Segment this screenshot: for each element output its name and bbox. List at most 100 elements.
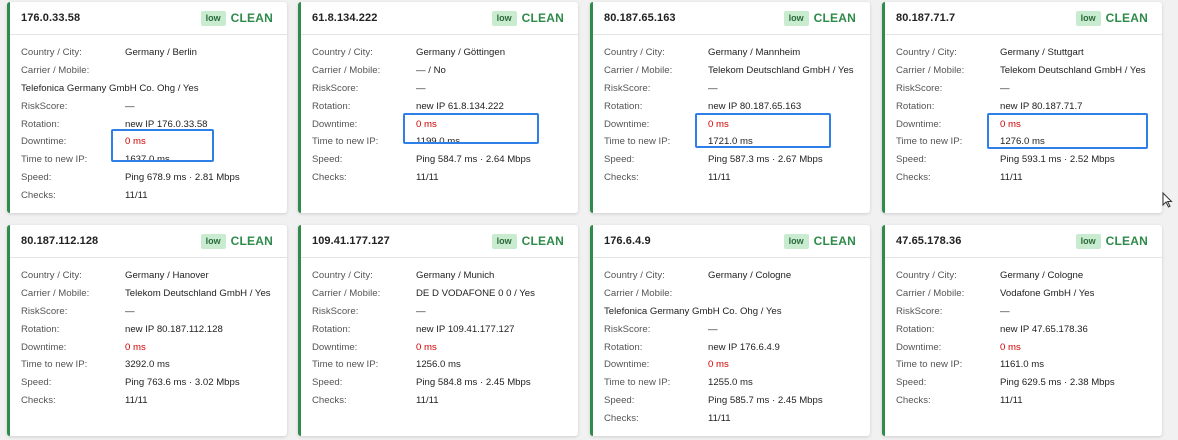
- card-details: Country / City: Germany / Stuttgart Carrie…: [885, 35, 1162, 186]
- detail-value-speed: Ping 678.9 ms · 2.81 Mbps: [125, 171, 240, 183]
- detail-value-time_new_ip: 1276.0 ms: [1000, 136, 1045, 148]
- card-ip-address: 80.187.112.128: [21, 235, 99, 247]
- detail-row-carrier: Carrier / Mobile: Telekom Deutschland Gmb…: [604, 62, 859, 80]
- detail-value-country: Germany / Munich: [416, 270, 495, 282]
- detail-label: Rotation:: [896, 323, 935, 335]
- detail-label: Rotation:: [604, 100, 643, 112]
- detail-row-speed: Speed: Ping 593.1 ms · 2.52 Mbps: [896, 151, 1151, 169]
- detail-row-checks: Checks: 11/11: [21, 392, 276, 410]
- card-header: 176.6.4.9 low CLEAN: [593, 225, 870, 258]
- detail-label: Downtime:: [896, 118, 942, 130]
- detail-value-carrier: — / No: [416, 65, 446, 77]
- card-details: Country / City: Germany / Munich Carrier /…: [301, 258, 578, 409]
- card-header: 109.41.177.127 low CLEAN: [301, 225, 578, 258]
- detail-value-checks: 11/11: [708, 412, 731, 424]
- detail-value-speed: Ping 629.5 ms · 2.38 Mbps: [1000, 377, 1115, 389]
- detail-value-risk: —: [416, 82, 426, 94]
- detail-value-checks: 11/11: [125, 394, 148, 406]
- detail-label: Speed:: [312, 154, 343, 166]
- card-header: 176.0.33.58 low CLEAN: [10, 2, 287, 35]
- detail-row-risk: RiskScore: —: [604, 320, 859, 338]
- detail-row-checks: Checks: 11/11: [896, 392, 1151, 410]
- card-header-status: low CLEAN: [1075, 233, 1148, 249]
- detail-label: Speed:: [896, 377, 927, 389]
- detail-value-downtime: 0 ms: [1000, 341, 1021, 353]
- card-header: 47.65.178.36 low CLEAN: [885, 225, 1162, 258]
- risk-level-badge: low: [200, 233, 226, 249]
- detail-label: Downtime:: [312, 341, 358, 353]
- detail-row-downtime: Downtime: 0 ms: [604, 356, 859, 374]
- carrier-value-wrapped: Telefonica Germany GmbH Co. Ohg / Yes: [604, 305, 782, 317]
- detail-row-speed: Speed: Ping 584.7 ms · 2.64 Mbps: [312, 151, 567, 169]
- detail-label: Checks:: [604, 412, 639, 424]
- detail-value-time_new_ip: 1256.0 ms: [416, 359, 461, 371]
- card-ip-address: 47.65.178.36: [896, 235, 962, 247]
- detail-label: Carrier / Mobile:: [312, 288, 381, 300]
- card-ip-address: 80.187.71.7: [896, 12, 956, 24]
- detail-row-country: Country / City: Germany / Stuttgart: [896, 44, 1151, 62]
- detail-row-risk: RiskScore: —: [312, 303, 567, 321]
- detail-value-checks: 11/11: [125, 189, 148, 201]
- detail-row-carrier: Carrier / Mobile: Telekom Deutschland Gmb…: [896, 62, 1151, 80]
- detail-label: Country / City:: [896, 47, 957, 59]
- detail-label: Speed:: [604, 394, 635, 406]
- detail-value-rotation: new IP 109.41.177.127: [416, 323, 515, 335]
- detail-row-risk: RiskScore: —: [604, 80, 859, 98]
- detail-label: Speed:: [21, 377, 52, 389]
- detail-row-rotation: Rotation: new IP 176.6.4.9: [604, 338, 859, 356]
- detail-row-carrier: Carrier / Mobile:: [21, 62, 276, 80]
- detail-row-carrier: Carrier / Mobile: DE D VODAFONE 0 0 / Yes: [312, 285, 567, 303]
- detail-value-downtime: 0 ms: [708, 359, 729, 371]
- detail-value-rotation: new IP 80.187.112.128: [125, 323, 223, 335]
- detail-row-speed: Speed: Ping 587.3 ms · 2.67 Mbps: [604, 151, 859, 169]
- card-ip-address: 109.41.177.127: [312, 235, 390, 247]
- detail-value-risk: —: [125, 305, 135, 317]
- detail-row-country: Country / City: Germany / Göttingen: [312, 44, 567, 62]
- clean-status-label: CLEAN: [521, 11, 564, 25]
- detail-value-speed: Ping 585.7 ms · 2.45 Mbps: [708, 394, 823, 406]
- detail-label: Downtime:: [604, 118, 650, 130]
- detail-value-downtime: 0 ms: [125, 136, 146, 148]
- risk-level-badge: low: [491, 233, 517, 249]
- detail-row-rotation: Rotation: new IP 80.187.65.163: [604, 97, 859, 115]
- detail-value-rotation: new IP 80.187.65.163: [708, 100, 802, 112]
- detail-row-country: Country / City: Germany / Cologne: [896, 267, 1151, 285]
- detail-row-carrier-full: Telefonica Germany GmbH Co. Ohg / Yes: [21, 80, 276, 98]
- detail-label: Downtime:: [604, 359, 650, 371]
- card-header-status: low CLEAN: [200, 10, 273, 26]
- clean-status-label: CLEAN: [813, 234, 856, 248]
- detail-label: RiskScore:: [312, 82, 359, 94]
- detail-row-checks: Checks: 11/11: [21, 186, 276, 204]
- detail-label: Time to new IP:: [604, 136, 671, 148]
- clean-status-label: CLEAN: [1105, 11, 1148, 25]
- detail-row-downtime: Downtime: 0 ms: [21, 133, 276, 151]
- detail-value-time_new_ip: 1255.0 ms: [708, 377, 753, 389]
- detail-row-speed: Speed: Ping 584.8 ms · 2.45 Mbps: [312, 374, 567, 392]
- detail-value-carrier: Telekom Deutschland GmbH / Yes: [125, 288, 271, 300]
- detail-label: Carrier / Mobile:: [604, 65, 673, 77]
- detail-row-downtime: Downtime: 0 ms: [896, 115, 1151, 133]
- detail-label: RiskScore:: [896, 82, 943, 94]
- detail-value-checks: 11/11: [416, 394, 439, 406]
- detail-label: Time to new IP:: [896, 136, 963, 148]
- clean-status-label: CLEAN: [813, 11, 856, 25]
- detail-label: Speed:: [604, 154, 635, 166]
- detail-value-rotation: new IP 80.187.71.7: [1000, 100, 1083, 112]
- card-ip-address: 176.0.33.58: [21, 12, 81, 24]
- detail-label: RiskScore:: [604, 82, 651, 94]
- detail-row-checks: Checks: 11/11: [604, 409, 859, 427]
- detail-label: RiskScore:: [21, 305, 68, 317]
- risk-level-badge: low: [491, 10, 517, 26]
- detail-row-rotation: Rotation: new IP 109.41.177.127: [312, 320, 567, 338]
- proxy-card: 80.187.112.128 low CLEAN Country / City: Ger…: [7, 225, 287, 436]
- detail-label: Rotation:: [312, 323, 351, 335]
- detail-value-speed: Ping 584.8 ms · 2.45 Mbps: [416, 377, 531, 389]
- detail-value-carrier: Telekom Deutschland GmbH / Yes: [708, 65, 854, 77]
- proxy-card: 176.0.33.58 low CLEAN Country / City: German…: [7, 2, 287, 213]
- detail-value-carrier: Vodafone GmbH / Yes: [1000, 288, 1095, 300]
- detail-value-speed: Ping 593.1 ms · 2.52 Mbps: [1000, 154, 1115, 166]
- detail-row-carrier: Carrier / Mobile: Telekom Deutschland Gmb…: [21, 285, 276, 303]
- detail-row-time_new_ip: Time to new IP: 1199.0 ms: [312, 133, 567, 151]
- detail-row-time_new_ip: Time to new IP: 1255.0 ms: [604, 374, 859, 392]
- detail-row-risk: RiskScore: —: [21, 303, 276, 321]
